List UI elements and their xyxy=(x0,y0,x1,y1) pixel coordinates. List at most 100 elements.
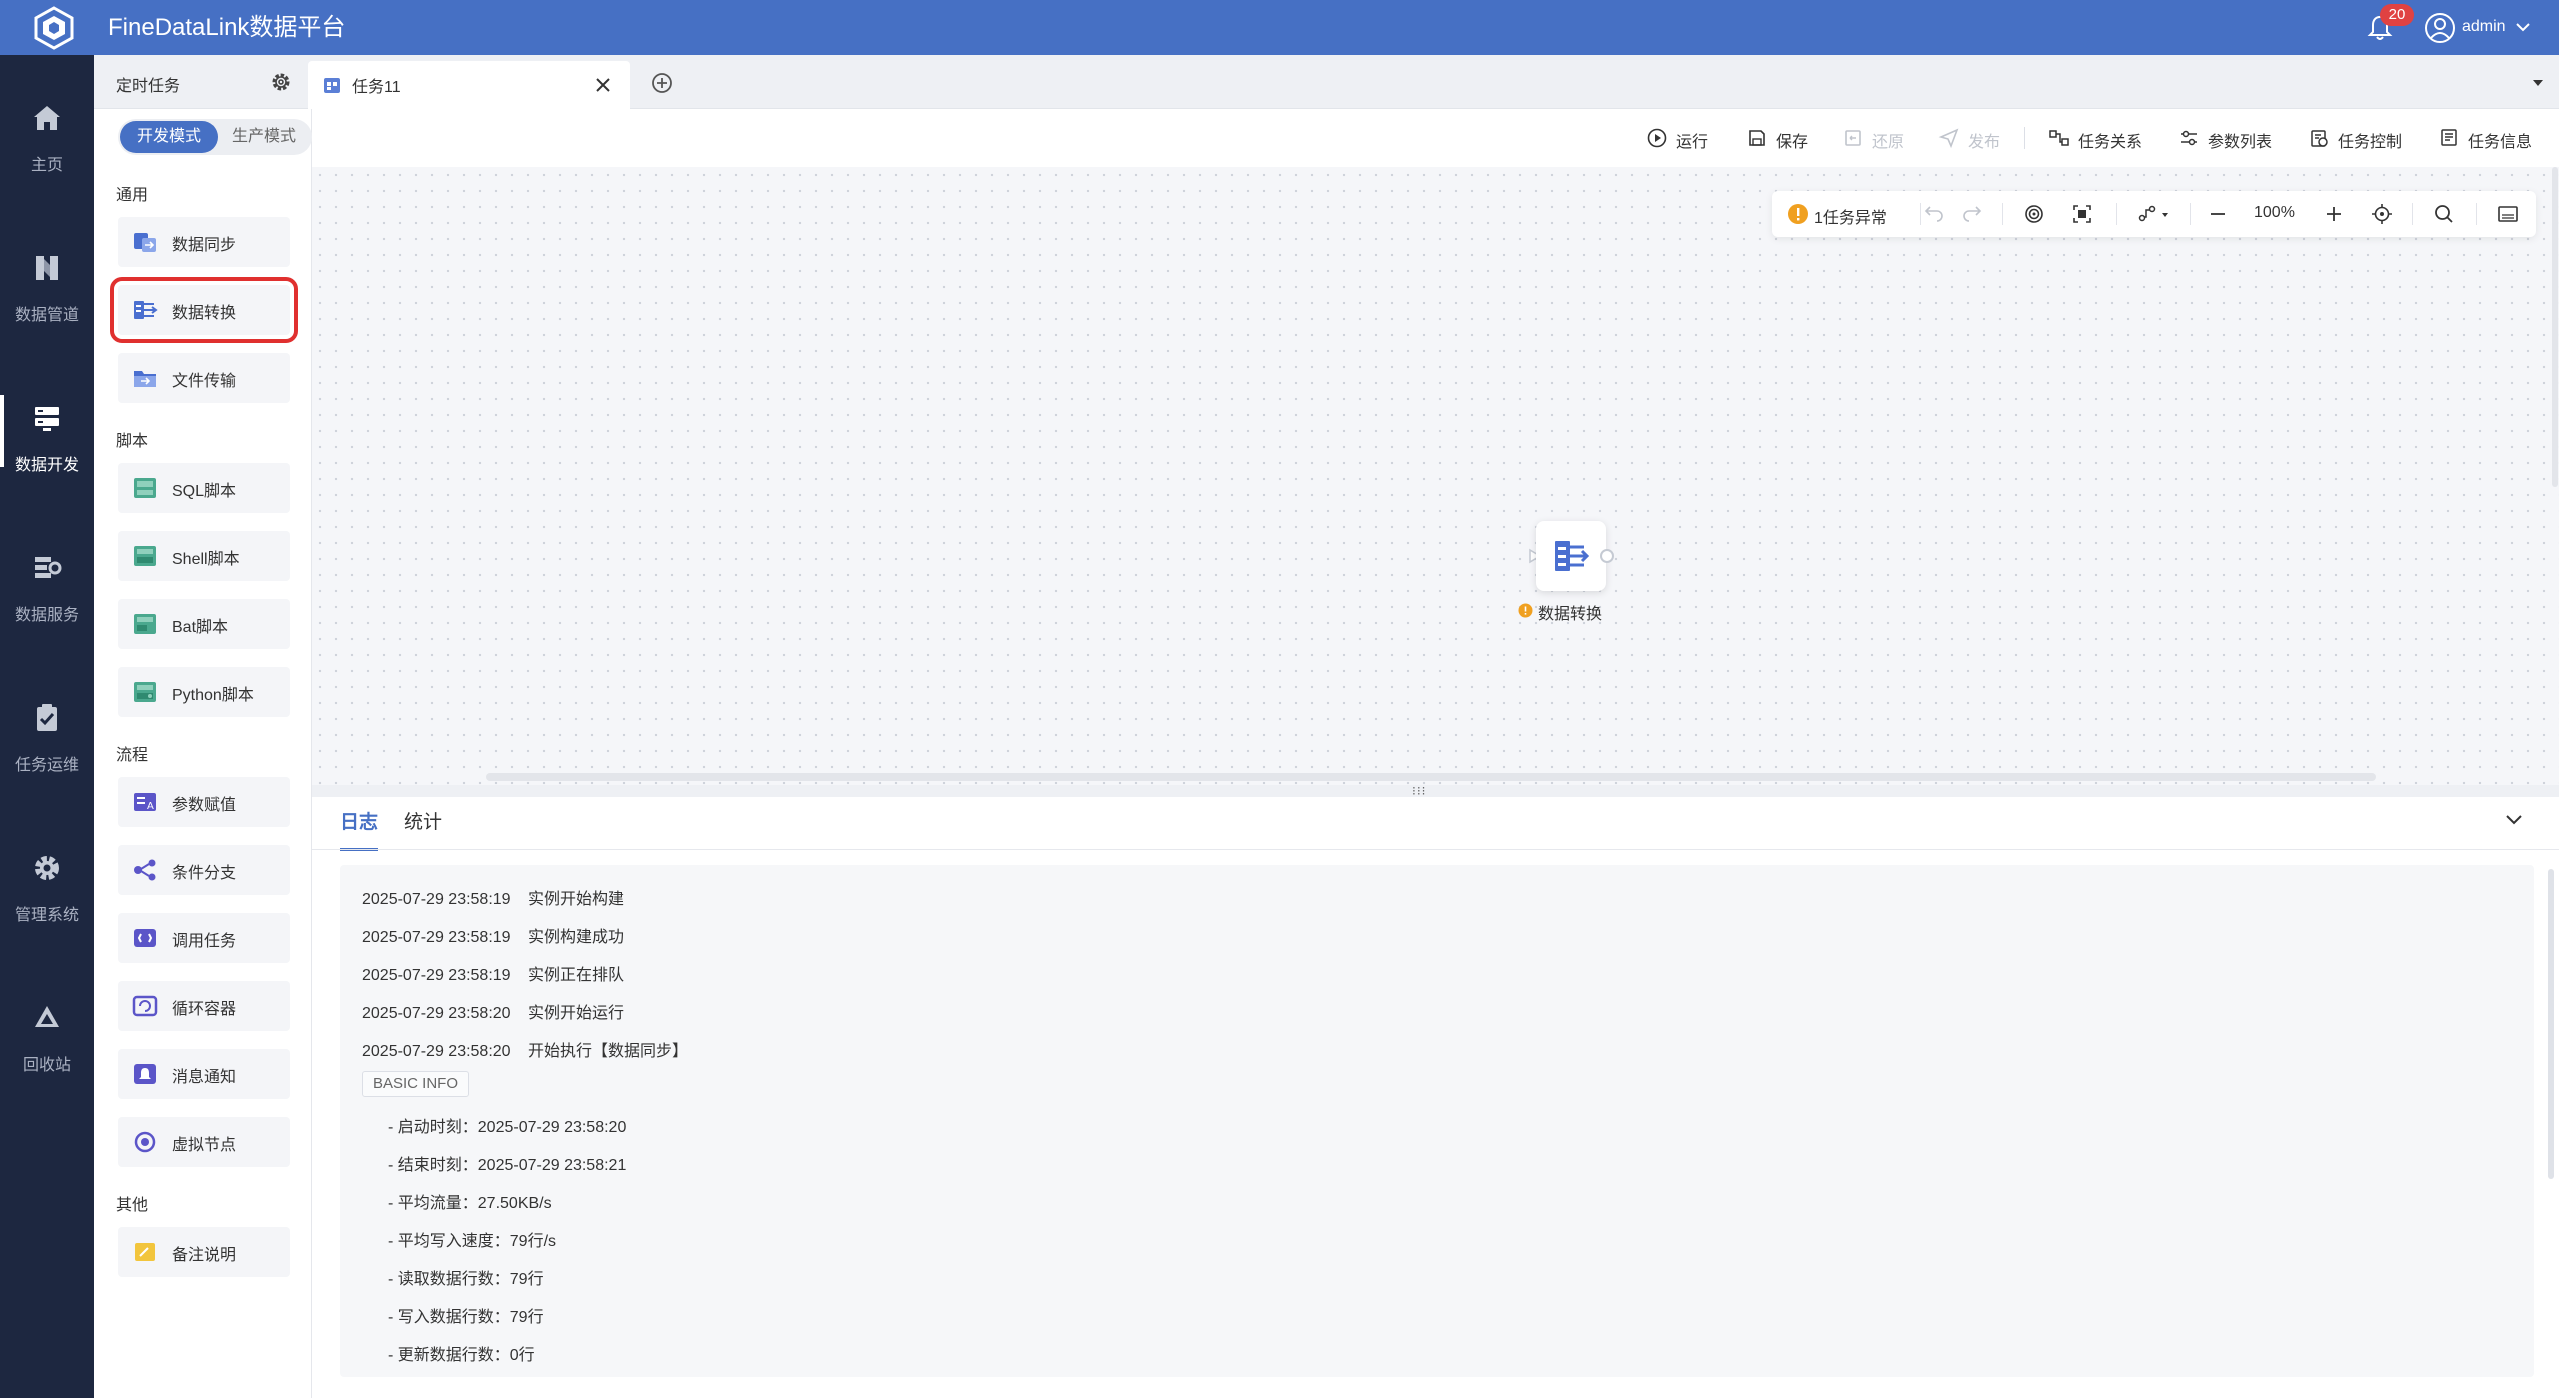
locate-icon[interactable] xyxy=(2370,202,2394,226)
drag-handle-icon[interactable]: ⁝⁝⁝ xyxy=(1412,785,1426,797)
redo-icon[interactable] xyxy=(1960,202,1984,226)
nav-item-label: 数据服务 xyxy=(14,607,79,624)
log-line: 2025-07-29 23:58:19 实例构建成功 xyxy=(362,923,624,947)
task-ops-icon xyxy=(37,704,57,731)
layout-dropdown-icon[interactable] xyxy=(2136,202,2172,226)
nav-item-pipeline[interactable]: 数据管道 xyxy=(0,205,94,355)
task-control-label: 任务控制 xyxy=(2338,134,2403,151)
save-icon xyxy=(1749,130,1765,146)
nav-item-data-service[interactable]: 数据服务 xyxy=(0,505,94,655)
component-label: 虚拟节点 xyxy=(172,1137,237,1154)
tab-statistics[interactable]: 统计 xyxy=(404,807,442,841)
component-data-sync[interactable]: 数据同步 xyxy=(118,217,290,267)
log-detail-avg-write-speed: - 平均写入速度：79行/s xyxy=(388,1233,557,1250)
component-sql-script[interactable]: SQL脚本 xyxy=(118,463,290,513)
component-condition-branch[interactable]: 条件分支 xyxy=(118,845,290,895)
note-icon xyxy=(135,1243,155,1261)
caret-down-icon[interactable] xyxy=(2530,75,2546,91)
log-timestamp: 2025-07-29 23:58:20 xyxy=(362,1043,511,1060)
log-timestamp: 2025-07-29 23:58:19 xyxy=(362,891,511,908)
canvas-toolbar: 1任务异常 100% xyxy=(1772,191,2536,237)
tab-log[interactable]: 日志 xyxy=(340,807,379,851)
log-detail-rows-read: - 读取数据行数：79行 xyxy=(388,1271,544,1288)
zoom-in-icon[interactable] xyxy=(2322,202,2346,226)
loop-icon xyxy=(132,995,158,1017)
search-icon[interactable] xyxy=(2432,202,2456,226)
component-file-transfer[interactable]: 文件传输 xyxy=(118,353,290,403)
nav-item-task-ops[interactable]: 任务运维 xyxy=(0,655,94,805)
mode-switch: 开发模式 生产模式 xyxy=(118,119,312,155)
notification-badge[interactable]: 20 xyxy=(2380,4,2414,26)
log-message: 实例开始运行 xyxy=(528,1005,625,1022)
component-note[interactable]: 备注说明 xyxy=(118,1227,290,1277)
nav-item-label: 数据管道 xyxy=(14,307,79,324)
fit-screen-icon[interactable] xyxy=(2070,202,2094,226)
user-avatar-icon[interactable] xyxy=(2424,12,2456,44)
canvas-toolbar-divider xyxy=(1920,203,1921,225)
add-tab-icon[interactable] xyxy=(650,71,674,95)
undo-icon[interactable] xyxy=(1922,202,1946,226)
log-line: 2025-07-29 23:58:19 实例开始构建 xyxy=(362,885,624,909)
task-relation-label: 任务关系 xyxy=(2078,134,2143,151)
warning-icon[interactable] xyxy=(1786,202,1810,226)
branch-icon xyxy=(134,859,156,881)
nav-item-home[interactable]: 主页 xyxy=(0,55,94,205)
canvas-vertical-scrollbar[interactable] xyxy=(2552,167,2558,487)
log-detail-avg-throughput: - 平均流量：27.50KB/s xyxy=(388,1195,552,1212)
nav-item-label: 任务运维 xyxy=(14,757,79,774)
nav-item-recycle[interactable]: 回收站 xyxy=(0,955,94,1105)
gear-icon[interactable] xyxy=(270,71,292,93)
basic-info-tag[interactable]: BASIC INFO xyxy=(362,1071,470,1097)
log-output: 2025-07-29 23:58:19 实例开始构建 2025-07-29 23:… xyxy=(340,865,2554,1377)
fingerprint-icon[interactable] xyxy=(2022,202,2046,226)
component-bat-script[interactable]: Bat脚本 xyxy=(118,599,290,649)
component-call-task[interactable]: 调用任务 xyxy=(118,913,290,963)
username[interactable]: admin xyxy=(2462,16,2506,38)
design-canvas[interactable]: 1任务异常 100% 数据转换 xyxy=(312,167,2559,785)
zoom-out-icon[interactable] xyxy=(2206,202,2230,226)
left-nav: 主页 数据管道 数据开发 数据服务 任务运维 管理系统 回收站 xyxy=(0,55,94,1398)
info-doc-icon xyxy=(2441,129,2457,146)
canvas-horizontal-scrollbar[interactable] xyxy=(486,773,2376,781)
component-shell-script[interactable]: Shell脚本 xyxy=(118,531,290,581)
component-message-notify[interactable]: 消息通知 xyxy=(118,1049,290,1099)
canvas-node-data-transform[interactable] xyxy=(1536,521,1606,591)
chevron-down-icon[interactable] xyxy=(2502,807,2526,831)
restore-icon xyxy=(1845,130,1861,146)
nav-item-admin[interactable]: 管理系统 xyxy=(0,805,94,955)
log-scrollbar[interactable] xyxy=(2548,869,2554,1179)
component-data-transform[interactable]: 数据转换 xyxy=(110,277,298,343)
panel-splitter[interactable]: ⁝⁝⁝ xyxy=(312,785,2559,797)
chevron-down-icon[interactable] xyxy=(2514,18,2532,36)
tab-task-11[interactable]: 任务11 xyxy=(308,61,630,109)
log-detail-end-time: - 结束时刻：2025-07-29 23:58:21 xyxy=(388,1157,627,1174)
virtual-node-icon xyxy=(134,1131,156,1153)
tab-scheduled-tasks[interactable]: 定时任务 xyxy=(94,55,304,109)
svg-text:A: A xyxy=(147,801,154,812)
dev-mode-button[interactable]: 开发模式 xyxy=(120,121,218,153)
close-icon[interactable] xyxy=(592,74,614,96)
minimap-icon[interactable] xyxy=(2496,202,2520,226)
log-divider xyxy=(312,849,2559,850)
nav-item-label: 回收站 xyxy=(22,1057,71,1074)
component-label: 参数赋值 xyxy=(172,797,237,814)
call-task-icon xyxy=(134,929,156,947)
prod-mode-button[interactable]: 生产模式 xyxy=(218,121,310,153)
component-label: Bat脚本 xyxy=(172,619,229,636)
bat-script-icon xyxy=(134,614,156,634)
task-error-count[interactable]: 1任务异常 xyxy=(1814,204,1887,228)
data-transform-icon xyxy=(134,301,158,319)
nav-item-label: 数据开发 xyxy=(14,457,79,474)
finedatalink-logo-icon[interactable] xyxy=(26,6,82,50)
component-loop-container[interactable]: 循环容器 xyxy=(118,981,290,1031)
component-param-assign[interactable]: A 参数赋值 xyxy=(118,777,290,827)
param-assign-icon: A xyxy=(134,793,156,812)
component-python-script[interactable]: Python脚本 xyxy=(118,667,290,717)
folder-icon xyxy=(134,371,156,387)
log-timestamp: 2025-07-29 23:58:20 xyxy=(362,1005,511,1022)
tab-label: 定时任务 xyxy=(116,78,181,95)
task-info-label: 任务信息 xyxy=(2468,134,2533,151)
nav-item-data-dev[interactable]: 数据开发 xyxy=(0,355,94,505)
node-output-port[interactable] xyxy=(1600,549,1614,563)
component-virtual-node[interactable]: 虚拟节点 xyxy=(118,1117,290,1167)
